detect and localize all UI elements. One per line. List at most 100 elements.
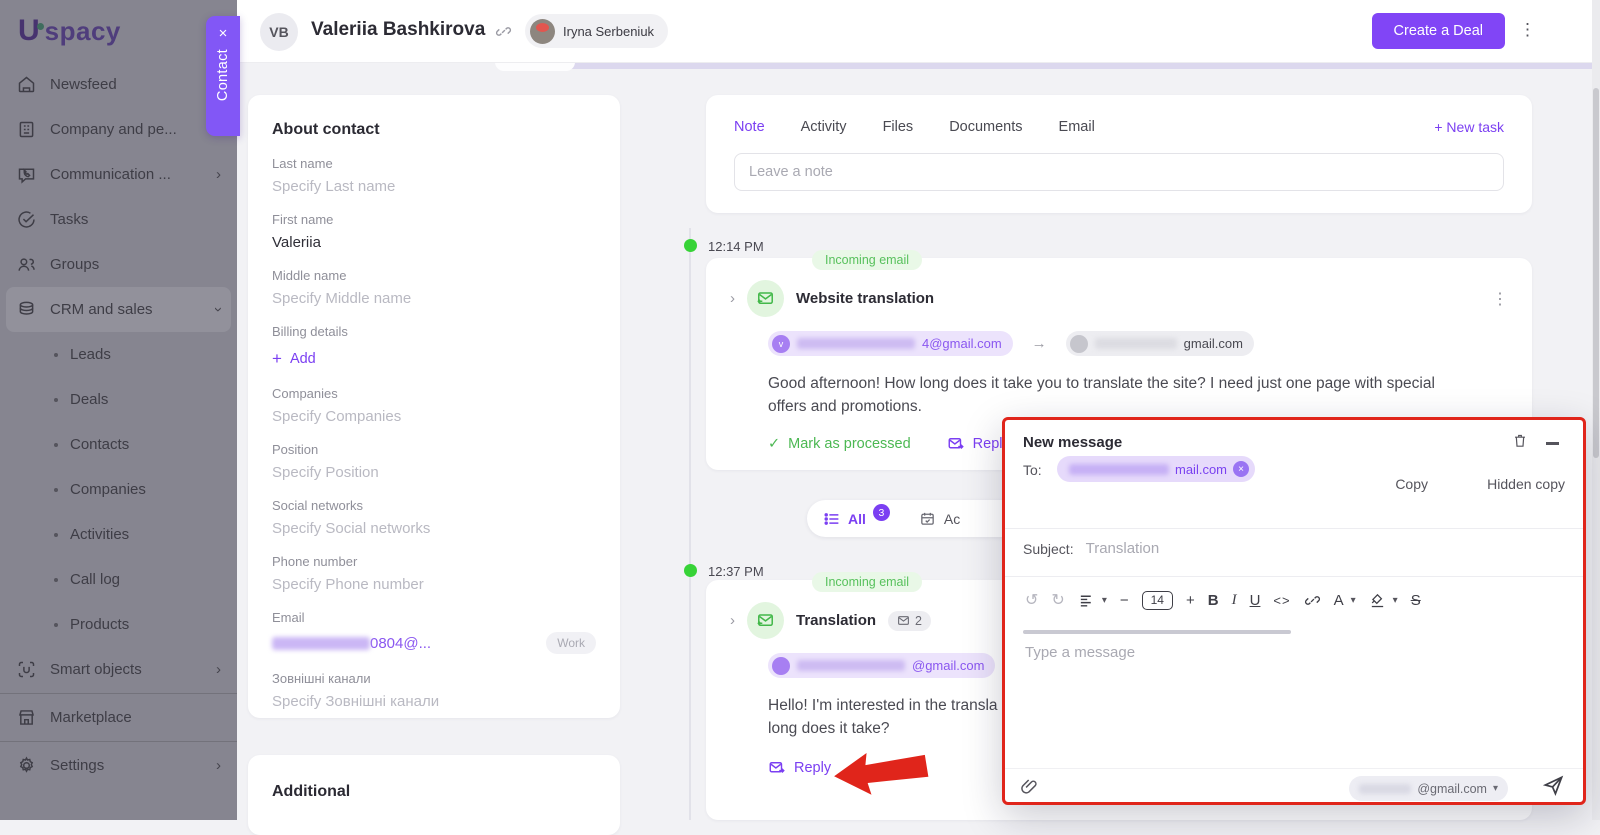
decrease-font-icon[interactable]: − bbox=[1120, 592, 1129, 609]
sidebar-item-smart-objects[interactable]: Smart objects › bbox=[0, 647, 237, 692]
from-email-suffix: @gmail.com bbox=[912, 658, 984, 673]
social-networks-field[interactable]: Specify Social networks bbox=[272, 520, 596, 537]
companies-field[interactable]: Specify Companies bbox=[272, 408, 596, 425]
font-size-box[interactable]: 14 bbox=[1142, 591, 1173, 610]
toolbar-scrollbar[interactable] bbox=[1023, 630, 1291, 634]
subject-input[interactable]: Translation bbox=[1086, 540, 1160, 557]
from-email-pill[interactable]: @gmail.com bbox=[768, 653, 995, 678]
bullet-icon bbox=[54, 443, 58, 447]
sidebar-subitem-products[interactable]: Products bbox=[0, 602, 237, 647]
italic-icon[interactable]: I bbox=[1232, 592, 1237, 609]
timeline-time: 12:37 PM bbox=[708, 564, 764, 579]
cc-button[interactable]: Copy bbox=[1395, 476, 1428, 492]
first-name-field[interactable]: Valeriia bbox=[272, 234, 596, 251]
external-channels-field[interactable]: Specify Зовнішні канали bbox=[272, 693, 596, 710]
bold-icon[interactable]: B bbox=[1208, 592, 1219, 609]
remove-recipient-icon[interactable]: × bbox=[1233, 461, 1249, 477]
recipient-chip[interactable]: mail.com × bbox=[1057, 456, 1255, 482]
timeline-dot bbox=[684, 564, 697, 577]
attach-file-icon[interactable] bbox=[1019, 776, 1039, 798]
middle-name-field[interactable]: Specify Middle name bbox=[272, 290, 596, 307]
email-body: Good afternoon! How long does it take yo… bbox=[730, 372, 1475, 419]
tab-documents[interactable]: Documents bbox=[949, 119, 1022, 135]
sidebar-item-crm-and-sales[interactable]: CRM and sales › bbox=[6, 287, 231, 332]
chevron-down-icon[interactable]: ▾ bbox=[1393, 595, 1398, 606]
kebab-menu-icon[interactable]: ⋮ bbox=[1492, 289, 1508, 309]
to-email-pill[interactable]: gmail.com bbox=[1066, 331, 1254, 356]
close-icon[interactable]: × bbox=[219, 26, 228, 41]
sidebar-item-company-and-people[interactable]: Company and pe... › bbox=[0, 107, 237, 152]
send-button[interactable] bbox=[1542, 774, 1565, 797]
link-icon[interactable] bbox=[1304, 592, 1321, 609]
sidebar-subitem-companies[interactable]: Companies bbox=[0, 467, 237, 512]
undo-icon[interactable]: ↺ bbox=[1025, 590, 1038, 610]
sidebar-subitem-call-log[interactable]: Call log bbox=[0, 557, 237, 602]
divider bbox=[1005, 528, 1583, 529]
responsible-user-pill[interactable]: Iryna Serbeniuk bbox=[525, 14, 668, 48]
arrow-right-icon: → bbox=[1032, 335, 1047, 352]
phone-number-field[interactable]: Specify Phone number bbox=[272, 576, 596, 593]
bullet-icon bbox=[54, 533, 58, 537]
text-color-icon[interactable]: A bbox=[1334, 592, 1344, 609]
sidebar-subitem-deals[interactable]: Deals bbox=[0, 377, 237, 422]
filter-activity-button[interactable]: Ac bbox=[919, 510, 960, 527]
sidebar-item-communication[interactable]: Communication ... › bbox=[0, 152, 237, 197]
reply-envelope-icon bbox=[947, 435, 965, 453]
code-icon[interactable]: <> bbox=[1273, 593, 1290, 608]
copy-link-icon[interactable] bbox=[495, 23, 512, 40]
email-subject[interactable]: Website translation bbox=[796, 290, 934, 307]
sidebar-subitem-activities[interactable]: Activities bbox=[0, 512, 237, 557]
from-account-select[interactable]: @gmail.com ▾ bbox=[1349, 776, 1508, 801]
tab-note[interactable]: Note bbox=[734, 119, 765, 135]
redo-icon[interactable]: ↻ bbox=[1051, 590, 1064, 610]
chevron-down-icon[interactable]: ▾ bbox=[1351, 595, 1356, 606]
reply-button[interactable]: Reply bbox=[947, 435, 1010, 453]
tab-activity[interactable]: Activity bbox=[801, 119, 847, 135]
sidebar-subitem-contacts[interactable]: Contacts bbox=[0, 422, 237, 467]
from-email-pill[interactable]: v 4@gmail.com bbox=[768, 331, 1013, 356]
sidebar-subitem-leads[interactable]: Leads bbox=[0, 332, 237, 377]
kebab-menu-icon[interactable]: ⋮ bbox=[1519, 20, 1536, 40]
chevron-down-icon[interactable]: ▾ bbox=[1102, 595, 1107, 606]
redacted-email-prefix bbox=[272, 637, 370, 650]
sidebar-item-groups[interactable]: Groups bbox=[0, 242, 237, 287]
incoming-envelope-icon bbox=[747, 602, 784, 639]
add-billing-details-button[interactable]: +Add bbox=[272, 349, 596, 369]
create-deal-button[interactable]: Create a Deal bbox=[1372, 13, 1505, 49]
page-title-contact-name: Valeriia Bashkirova bbox=[311, 19, 485, 41]
sidebar-item-newsfeed[interactable]: Newsfeed bbox=[0, 62, 237, 107]
new-task-button[interactable]: + New task bbox=[1434, 119, 1504, 135]
minimize-icon[interactable] bbox=[1546, 442, 1559, 445]
message-body-input[interactable]: Type a message bbox=[1025, 644, 1135, 661]
filter-all-button[interactable]: All bbox=[848, 511, 866, 527]
sidebar-item-tasks[interactable]: Tasks bbox=[0, 197, 237, 242]
increase-font-icon[interactable]: + bbox=[1186, 592, 1195, 609]
sidebar-subitem-label: Companies bbox=[70, 481, 146, 498]
last-name-field[interactable]: Specify Last name bbox=[272, 178, 596, 195]
underline-icon[interactable]: U bbox=[1250, 592, 1261, 609]
email-subject[interactable]: Translation bbox=[796, 612, 876, 629]
expand-chevron-icon[interactable]: › bbox=[730, 612, 735, 629]
home-icon bbox=[16, 74, 37, 95]
field-label: Social networks bbox=[272, 498, 596, 513]
uspacy-logo[interactable]: Uspacy bbox=[18, 14, 121, 48]
align-icon[interactable] bbox=[1078, 592, 1095, 609]
note-input[interactable] bbox=[734, 153, 1504, 191]
tab-files[interactable]: Files bbox=[883, 119, 914, 135]
sidebar-item-settings[interactable]: Settings › bbox=[0, 743, 237, 788]
sidebar-item-marketplace[interactable]: Marketplace bbox=[0, 695, 237, 740]
reply-button[interactable]: Reply bbox=[768, 759, 831, 777]
position-field[interactable]: Specify Position bbox=[272, 464, 596, 481]
trash-icon[interactable] bbox=[1512, 432, 1528, 449]
tab-email[interactable]: Email bbox=[1059, 119, 1095, 135]
mark-as-processed-button[interactable]: ✓ Mark as processed bbox=[768, 436, 911, 452]
strikethrough-icon[interactable]: S bbox=[1411, 592, 1421, 609]
expand-chevron-icon[interactable]: › bbox=[730, 290, 735, 307]
email-field[interactable]: 0804@... bbox=[370, 635, 431, 652]
bcc-button[interactable]: Hidden copy bbox=[1487, 476, 1565, 492]
chevron-down-icon: ▾ bbox=[1493, 783, 1498, 794]
highlight-color-icon[interactable] bbox=[1369, 592, 1386, 609]
scrollbar-track[interactable] bbox=[1592, 0, 1600, 820]
contact-panel-tab[interactable]: × Contact bbox=[206, 16, 240, 136]
scrollbar-thumb[interactable] bbox=[1593, 88, 1599, 458]
